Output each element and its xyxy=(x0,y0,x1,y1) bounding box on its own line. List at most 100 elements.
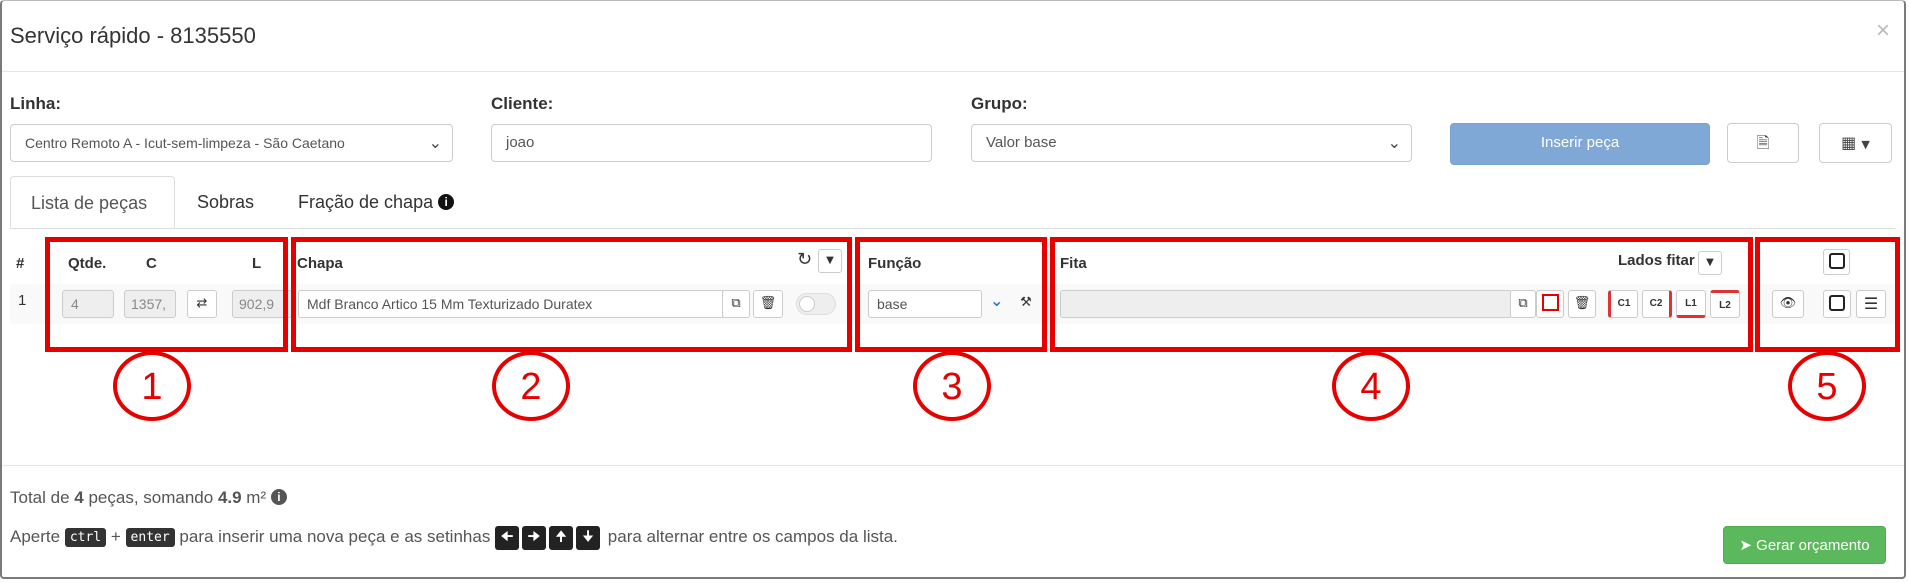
toggle-knob xyxy=(799,296,815,312)
hint-toggle: para alternar entre os campos da lista. xyxy=(607,527,898,546)
modal-header: Serviço rápido - 8135550 × xyxy=(2,1,1904,72)
summary-prefix: Total de xyxy=(10,488,75,507)
copy-icon: ⧉ xyxy=(731,296,741,311)
grupo-select[interactable]: Valor base ⌄ xyxy=(971,124,1412,162)
linha-value: Centro Remoto A - Icut-sem-limpeza - São… xyxy=(25,135,345,151)
drill-icon[interactable]: ⚒ xyxy=(1012,290,1040,318)
tab-label: Lista de peças xyxy=(31,193,148,213)
cliente-label: Cliente: xyxy=(491,94,554,113)
summary-area: 4.9 xyxy=(217,488,242,507)
c-input[interactable]: 1357, xyxy=(124,290,176,318)
lados-fitar-dropdown[interactable]: ▼ xyxy=(1698,251,1722,275)
grupo-label: Grupo: xyxy=(971,94,1028,113)
edge-c1-button[interactable]: C1 xyxy=(1608,290,1638,318)
modal-footer: Total de 4 peças, somando 4.9 m² i Apert… xyxy=(2,465,1904,577)
delete-fita-button[interactable]: 🗑 xyxy=(1568,290,1596,318)
col-fita: Fita xyxy=(1060,255,1087,272)
tab-fracao-de-chapa[interactable]: Fração de chapa i xyxy=(278,176,474,228)
tab-bar: Lista de peças Sobras Fração de chapa i xyxy=(10,176,1896,229)
caret-down-icon: ▼ xyxy=(1861,138,1870,151)
trash-icon: 🗑 xyxy=(759,296,777,311)
enter-key: enter xyxy=(125,528,175,547)
arrow-up-icon: 🠉 xyxy=(549,526,574,550)
edge-c2-button[interactable]: C2 xyxy=(1642,290,1672,318)
arrow-right-icon: 🠊 xyxy=(522,526,547,550)
plus-sign: + xyxy=(110,527,121,546)
tab-sobras[interactable]: Sobras xyxy=(177,176,274,228)
chapa-toggle[interactable] xyxy=(796,293,836,315)
copy-icon: ⧉ xyxy=(1518,296,1528,311)
tab-label: Fração de chapa xyxy=(298,192,434,212)
red-square-icon xyxy=(1541,294,1559,311)
fita-square-button[interactable] xyxy=(1536,290,1564,318)
annotation-number-3: 3 xyxy=(913,351,991,421)
insert-piece-button[interactable]: Inserir peça xyxy=(1450,123,1710,165)
ctrl-key: ctrl xyxy=(64,528,107,547)
chevron-down-icon: ⌄ xyxy=(428,133,442,152)
refresh-icon[interactable]: ↻ xyxy=(797,249,812,270)
col-lados-fitar: Lados fitar xyxy=(1618,252,1695,269)
eye-icon: 👁 xyxy=(1779,296,1797,311)
generate-quote-button[interactable]: ➤ Gerar orçamento xyxy=(1723,526,1886,564)
arrow-left-icon: 🠈 xyxy=(495,526,520,550)
edge-l1-button[interactable]: L1 xyxy=(1676,290,1706,318)
view-piece-button[interactable]: 👁 xyxy=(1772,290,1804,318)
edge-l2-button[interactable]: L2 xyxy=(1710,290,1740,318)
l-input[interactable]: 902,9 xyxy=(232,290,292,318)
view-options-button[interactable]: ▦ ▼ xyxy=(1819,123,1892,163)
cliente-input[interactable]: joao xyxy=(491,124,932,162)
modal-title: Serviço rápido - 8135550 xyxy=(10,23,256,48)
row-menu-button[interactable]: ☰ xyxy=(1856,290,1886,318)
close-icon[interactable]: × xyxy=(1876,17,1890,45)
chapa-input[interactable]: Mdf Branco Artico 15 Mm Texturizado Dura… xyxy=(298,290,723,318)
tab-lista-de-pecas[interactable]: Lista de peças xyxy=(10,176,175,228)
info-icon: i xyxy=(438,194,455,210)
summary-mid: peças, somando xyxy=(83,488,218,507)
fita-input[interactable] xyxy=(1060,290,1512,318)
import-file-button[interactable]: 🗎 xyxy=(1727,123,1799,163)
grupo-value: Valor base xyxy=(986,134,1057,151)
col-chapa: Chapa xyxy=(297,255,343,272)
annotation-number-5: 5 xyxy=(1788,351,1866,421)
col-l: L xyxy=(252,255,262,272)
annotation-number-2: 2 xyxy=(492,351,570,421)
arrow-down-icon: 🠋 xyxy=(576,526,601,550)
col-funcao: Função xyxy=(868,255,922,272)
trash-icon: 🗑 xyxy=(1573,296,1591,311)
chapa-options-dropdown[interactable]: ▼ xyxy=(818,249,842,273)
col-num: # xyxy=(16,255,25,272)
linha-select[interactable]: Centro Remoto A - Icut-sem-limpeza - São… xyxy=(10,124,453,162)
swap-dimensions-button[interactable]: ⇄ xyxy=(187,290,217,318)
tab-label: Sobras xyxy=(197,192,255,212)
select-all-button[interactable] xyxy=(1823,249,1850,275)
col-qtde: Qtde. xyxy=(68,255,107,272)
delete-chapa-button[interactable]: 🗑 xyxy=(753,290,783,318)
linha-label: Linha: xyxy=(10,94,61,113)
table-row: 1 4 1357, ⇄ 902,9 Mdf Branco Artico 15 M… xyxy=(10,284,1896,324)
funcao-input[interactable]: base xyxy=(868,290,982,318)
generate-label: Gerar orçamento xyxy=(1756,537,1870,554)
swap-icon: ⇄ xyxy=(196,296,208,311)
hint-press: Aperte xyxy=(10,527,61,546)
qtde-input[interactable]: 4 xyxy=(62,290,114,318)
square-icon xyxy=(1828,253,1845,269)
square-icon xyxy=(1829,295,1845,311)
quick-service-modal: Serviço rápido - 8135550 × Linha: Centro… xyxy=(0,0,1906,579)
keyboard-hint: Aperte ctrl + enter para inserir uma nov… xyxy=(10,526,898,550)
hint-insert: para inserir uma nova peça e as setinhas xyxy=(179,527,491,546)
chevron-down-icon[interactable]: ⌄ xyxy=(990,291,1003,310)
menu-icon: ☰ xyxy=(1863,294,1879,313)
summary-unit: m² xyxy=(241,488,267,507)
summary-count: 4 xyxy=(74,488,84,507)
summary-text: Total de 4 peças, somando 4.9 m² i xyxy=(10,488,287,508)
send-icon: ➤ xyxy=(1739,536,1752,554)
annotation-number-1: 1 xyxy=(113,351,191,421)
file-icon: 🗎 xyxy=(1756,133,1770,152)
annotation-number-4: 4 xyxy=(1332,351,1410,421)
row-num: 1 xyxy=(18,292,27,309)
select-row-button[interactable] xyxy=(1823,290,1851,318)
col-c: C xyxy=(146,255,157,272)
copy-chapa-button[interactable]: ⧉ xyxy=(722,290,750,318)
table-header: # Qtde. C L Chapa ↻ ▼ Função Fita Lados … xyxy=(10,241,1896,286)
copy-fita-button[interactable]: ⧉ xyxy=(1510,290,1536,318)
